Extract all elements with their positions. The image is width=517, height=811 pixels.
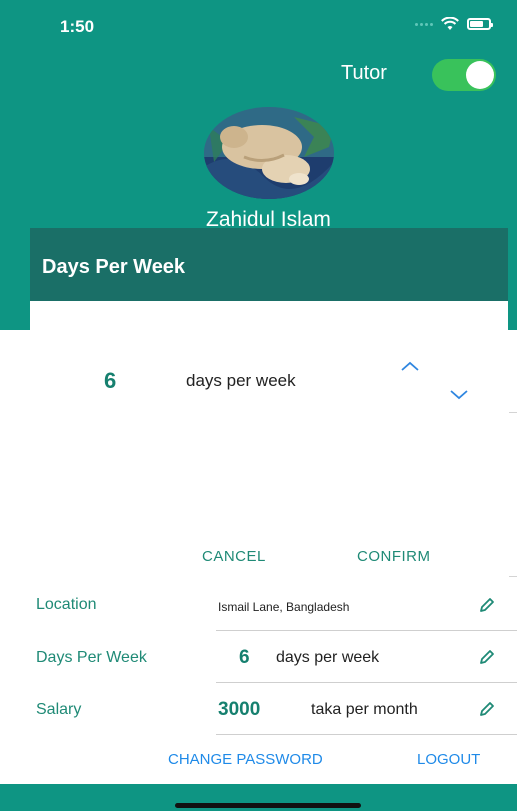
days-per-week-value: 6 (239, 647, 250, 668)
change-password-button[interactable]: CHANGE PASSWORD (168, 751, 323, 768)
chevron-up-icon[interactable] (400, 360, 420, 372)
status-time: 1:50 (60, 17, 95, 36)
divider (509, 412, 517, 413)
days-per-week-label: Days Per Week (36, 649, 147, 666)
wifi-icon (441, 17, 459, 30)
status-bar: 1:50 (0, 0, 517, 50)
signal-icon (415, 22, 433, 26)
pencil-icon[interactable] (478, 596, 496, 614)
field-divider (216, 734, 517, 735)
days-per-week-unit: days per week (276, 649, 380, 666)
salary-value: 3000 (218, 699, 261, 720)
dialog-header: Days Per Week (30, 228, 508, 301)
pencil-icon[interactable] (478, 648, 496, 666)
tutor-label: Tutor (341, 62, 387, 84)
field-divider (216, 682, 517, 683)
salary-unit: taka per month (311, 701, 418, 718)
picker-unit: days per week (186, 371, 296, 390)
status-icons (415, 17, 493, 31)
avatar[interactable] (204, 107, 334, 199)
cancel-button[interactable]: CANCEL (202, 548, 266, 565)
dialog-title: Days Per Week (42, 256, 186, 278)
field-divider (216, 630, 517, 631)
pencil-icon[interactable] (478, 700, 496, 718)
home-indicator (175, 803, 361, 808)
logout-button[interactable]: LOGOUT (417, 751, 480, 768)
confirm-button[interactable]: CONFIRM (357, 548, 431, 565)
dialog-body (30, 301, 508, 330)
location-value: Ismail Lane, Bangladesh (218, 600, 350, 614)
picker-value[interactable]: 6 (104, 368, 116, 394)
chevron-down-icon[interactable] (449, 389, 469, 401)
battery-icon (467, 18, 493, 30)
toggle-knob (466, 61, 494, 89)
location-label: Location (36, 596, 97, 613)
tutor-toggle[interactable] (432, 59, 496, 91)
salary-label: Salary (36, 701, 82, 718)
avatar-photo (204, 107, 334, 199)
divider (509, 576, 517, 577)
